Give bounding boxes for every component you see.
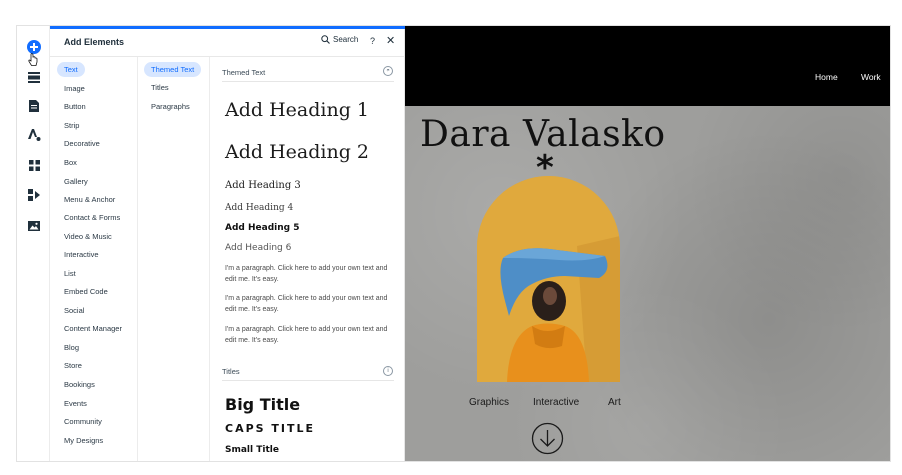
heading-3-preset[interactable]: Add Heading 3: [225, 180, 301, 191]
subcategory-item[interactable]: Themed Text: [144, 62, 202, 77]
big-title-preset[interactable]: Big Title: [225, 395, 300, 414]
design-button[interactable]: [24, 125, 44, 145]
search-icon: [321, 35, 330, 44]
close-button[interactable]: ✕: [386, 34, 395, 47]
titles-section-label: Titles: [222, 367, 240, 376]
media-icon: [28, 221, 40, 231]
scroll-down-arrow-icon[interactable]: [531, 422, 564, 455]
heading-6-preset[interactable]: Add Heading 6: [225, 243, 291, 253]
category-item[interactable]: Text: [57, 62, 85, 77]
category-item[interactable]: Video & Music: [57, 229, 119, 244]
graphics-link[interactable]: Graphics: [469, 397, 509, 408]
element-preview-list: Themed Text ◓ Add Heading 1 Add Heading …: [210, 57, 405, 461]
category-item[interactable]: Contact & Forms: [57, 210, 127, 225]
paragraph-preset[interactable]: I'm a paragraph. Click here to add your …: [225, 293, 397, 315]
art-link[interactable]: Art: [608, 397, 621, 408]
info-icon[interactable]: i: [383, 366, 393, 376]
design-icon: [27, 129, 40, 141]
themed-text-section-label: Themed Text: [222, 68, 266, 77]
business-icon: [28, 189, 40, 201]
category-item[interactable]: Button: [57, 99, 93, 114]
panel-title: Add Elements: [64, 37, 125, 47]
paragraph-preset[interactable]: I'm a paragraph. Click here to add your …: [225, 263, 397, 285]
category-item[interactable]: Events: [57, 396, 94, 411]
hand-cursor-icon: [28, 53, 38, 66]
add-elements-panel: Add Elements Search ? ✕ Text Image Butto…: [50, 26, 405, 461]
caps-title-preset[interactable]: CAPS TITLE: [225, 422, 315, 435]
subcategory-item[interactable]: Paragraphs: [144, 99, 197, 114]
section-divider: [222, 81, 394, 82]
category-item[interactable]: My Designs: [57, 433, 110, 448]
panel-header: Add Elements Search ? ✕: [50, 29, 405, 57]
category-item[interactable]: Decorative: [57, 136, 107, 151]
heading-5-preset[interactable]: Add Heading 5: [225, 223, 299, 233]
category-item[interactable]: Gallery: [57, 174, 95, 189]
pages-button[interactable]: [24, 96, 44, 116]
media-button[interactable]: [24, 216, 44, 236]
add-icon: [27, 40, 41, 54]
category-list: Text Image Button Strip Decorative Box G…: [50, 57, 138, 461]
site-header: Home Work: [405, 26, 890, 106]
category-item[interactable]: Embed Code: [57, 284, 115, 299]
theme-icon[interactable]: ◓: [383, 66, 393, 76]
category-item[interactable]: Social: [57, 303, 91, 318]
nav-work-link[interactable]: Work: [861, 72, 881, 82]
category-item[interactable]: Blog: [57, 340, 86, 355]
paragraph-preset[interactable]: I'm a paragraph. Click here to add your …: [225, 324, 397, 346]
subcategory-list: Themed Text Titles Paragraphs: [138, 57, 210, 461]
nav-home-link[interactable]: Home: [815, 72, 838, 82]
sections-button[interactable]: [24, 67, 44, 87]
category-item[interactable]: Box: [57, 155, 84, 170]
category-item[interactable]: Image: [57, 81, 92, 96]
small-title-preset[interactable]: Small Title: [225, 445, 279, 455]
left-toolbar: [17, 26, 50, 461]
category-item[interactable]: Community: [57, 414, 109, 429]
apps-button[interactable]: [24, 155, 44, 175]
portrait-image[interactable]: [477, 176, 620, 382]
help-button[interactable]: ?: [370, 36, 375, 46]
sections-icon: [28, 71, 40, 83]
interactive-link[interactable]: Interactive: [533, 397, 579, 408]
heading-2-preset[interactable]: Add Heading 2: [225, 141, 369, 163]
category-item[interactable]: Store: [57, 358, 89, 373]
category-item[interactable]: Content Manager: [57, 321, 129, 336]
category-item[interactable]: Menu & Anchor: [57, 192, 122, 207]
business-button[interactable]: [24, 185, 44, 205]
heading-4-preset[interactable]: Add Heading 4: [225, 203, 293, 213]
portrait-illustration: [477, 176, 620, 382]
category-item[interactable]: Strip: [57, 118, 86, 133]
search-label: Search: [333, 35, 359, 44]
editor-window: Add Elements Search ? ✕ Text Image Butto…: [17, 26, 890, 461]
category-item[interactable]: Interactive: [57, 247, 106, 262]
category-item[interactable]: Bookings: [57, 377, 102, 392]
section-divider: [222, 380, 394, 381]
subcategory-item[interactable]: Titles: [144, 80, 176, 95]
site-canvas: Home Work Dara Valasko * Graphics Intera…: [405, 26, 890, 461]
category-item[interactable]: List: [57, 266, 83, 281]
pages-icon: [29, 100, 39, 112]
apps-icon: [28, 159, 40, 171]
search-button[interactable]: Search: [321, 35, 358, 44]
heading-1-preset[interactable]: Add Heading 1: [225, 99, 369, 121]
